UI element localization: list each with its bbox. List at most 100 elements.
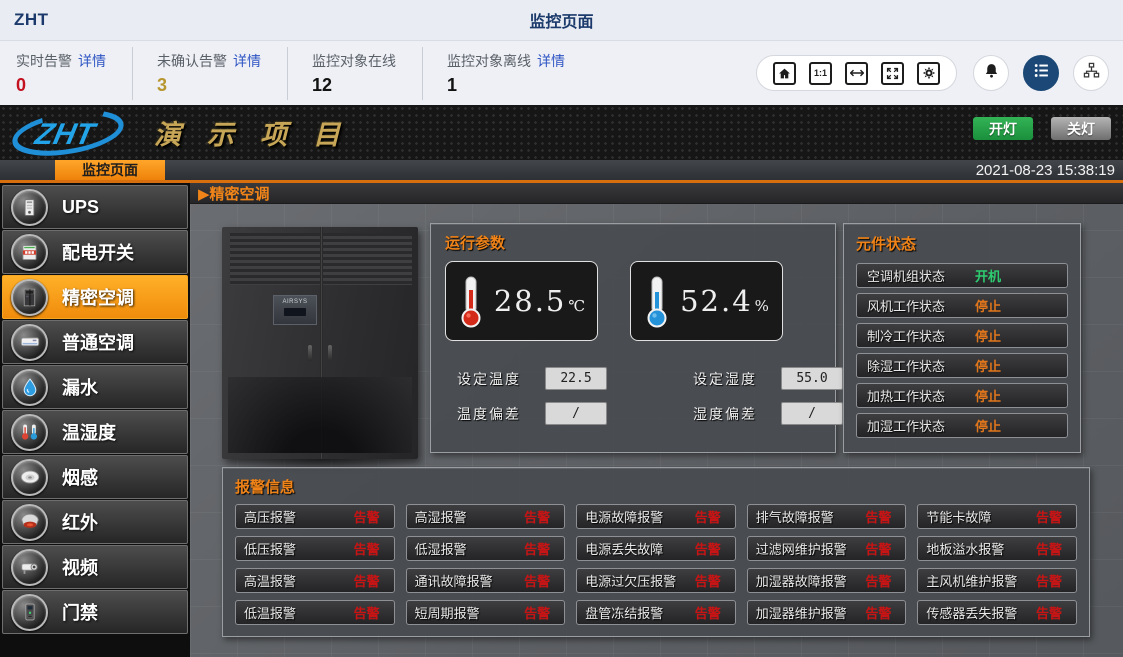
stat-value: 0 — [16, 75, 106, 96]
stat-details-link[interactable]: 详情 — [233, 53, 261, 69]
alarm-cell: 高温报警告警 — [235, 568, 395, 593]
alarm-cell: 排气故障报警告警 — [747, 504, 907, 529]
sidebar-item-device-6[interactable]: 烟感 — [2, 455, 188, 499]
alarm-label: 短周期报警 — [415, 603, 525, 622]
stat-label: 监控对象离线 — [447, 53, 531, 69]
alarm-label: 排气故障报警 — [756, 507, 866, 526]
bell-icon — [983, 62, 1000, 84]
zht-logo-icon: ZHT — [3, 109, 133, 157]
stat-label: 未确认告警 — [157, 53, 227, 69]
stat-details-link[interactable]: 详情 — [537, 53, 565, 69]
sidebar-item-device-8[interactable]: 视频 — [2, 545, 188, 589]
sidebar-item-label: 温湿度 — [62, 419, 116, 445]
stat-label: 监控对象在线 — [312, 53, 396, 69]
alarm-value: 告警 — [524, 507, 556, 526]
param-field-label: 设定湿度 — [693, 369, 769, 389]
stat-group-0: 实时告警详情 0 — [14, 47, 133, 100]
status-row: 加热工作状态停止 — [856, 383, 1068, 408]
param-field: 温度偏差 / — [457, 402, 607, 425]
param-field-value[interactable]: / — [545, 402, 607, 425]
sidebar-item-device-9[interactable]: 门禁 — [2, 590, 188, 634]
stat-value: 1 — [447, 75, 565, 96]
topology-button[interactable] — [1073, 55, 1109, 91]
alarm-value: 告警 — [1036, 603, 1068, 622]
water-leak-icon — [11, 369, 48, 406]
page-title: 监控页面 — [0, 8, 1123, 32]
sidebar-item-label: 烟感 — [62, 464, 98, 490]
breaker-icon — [11, 234, 48, 271]
current-datetime: 2021-08-23 15:38:19 — [976, 160, 1115, 180]
alarm-value: 告警 — [524, 603, 556, 622]
status-row: 风机工作状态停止 — [856, 293, 1068, 318]
one-to-one-icon[interactable]: 1:1 — [809, 62, 832, 85]
light-on-button[interactable]: 开灯 — [973, 117, 1033, 140]
tab-bar: 监控页面 2021-08-23 15:38:19 — [0, 160, 1123, 183]
component-status-panel: 元件状态 空调机组状态开机风机工作状态停止制冷工作状态停止除湿工作状态停止加热工… — [843, 223, 1081, 453]
settings-icon[interactable] — [917, 62, 940, 85]
sidebar-item-label: UPS — [62, 197, 99, 218]
sidebar-item-device-7[interactable]: 红外 — [2, 500, 188, 544]
param-field-value[interactable]: 22.5 — [545, 367, 607, 390]
alarm-label: 电源过欠压报警 — [585, 571, 695, 590]
ac-brand-label: AIRSYS — [282, 299, 307, 305]
light-off-button[interactable]: 关灯 — [1051, 117, 1111, 140]
thermometer-red-icon — [458, 274, 484, 328]
alarm-value: 告警 — [695, 507, 727, 526]
alarm-list-button[interactable] — [1023, 55, 1059, 91]
status-row-value: 停止 — [975, 356, 1057, 375]
device-sidebar: UPS 配电开关精密空调普通空调漏水温湿度烟感红外视频门禁 — [0, 183, 190, 657]
run-params-panel: 运行参数 28.5℃ — [430, 223, 836, 453]
param-field-value[interactable]: 55.0 — [781, 367, 843, 390]
sidebar-item-label: 配电开关 — [62, 239, 134, 265]
fit-width-icon[interactable] — [845, 62, 868, 85]
param-field: 设定湿度 55.0 — [693, 367, 843, 390]
alarm-label: 加湿器故障报警 — [756, 571, 866, 590]
alarm-value: 告警 — [354, 507, 386, 526]
ac-display-screen — [284, 308, 306, 316]
sidebar-item-ups[interactable]: UPS — [2, 185, 188, 229]
home-icon[interactable] — [773, 62, 796, 85]
alarm-value: 告警 — [354, 603, 386, 622]
alarm-value: 告警 — [354, 539, 386, 558]
status-row: 空调机组状态开机 — [856, 263, 1068, 288]
project-banner: ZHT 演示项目 开灯 关灯 — [0, 105, 1123, 160]
bell-button[interactable] — [973, 55, 1009, 91]
stat-value: 12 — [312, 75, 396, 96]
temperature-value: 28.5 — [494, 284, 567, 318]
alarm-value: 告警 — [354, 571, 386, 590]
stat-label: 实时告警 — [16, 53, 72, 69]
section-header: ▶精密空调 — [190, 183, 1123, 204]
sidebar-item-device-5[interactable]: 温湿度 — [2, 410, 188, 454]
fullscreen-icon[interactable] — [881, 62, 904, 85]
alarm-cell: 高湿报警告警 — [406, 504, 566, 529]
alarm-cell: 主风机维护报警告警 — [917, 568, 1077, 593]
alarm-cell: 加湿器故障报警告警 — [747, 568, 907, 593]
run-params-title: 运行参数 — [445, 232, 821, 253]
sidebar-item-device-2[interactable]: 精密空调 — [2, 275, 188, 319]
stat-value: 3 — [157, 75, 261, 96]
alarm-label: 高湿报警 — [415, 507, 525, 526]
sidebar-item-device-4[interactable]: 漏水 — [2, 365, 188, 409]
alarm-cell: 电源故障报警告警 — [576, 504, 736, 529]
alarm-list-icon — [1033, 62, 1050, 84]
alarm-cell: 盘管冻结报警告警 — [576, 600, 736, 625]
status-row-value: 开机 — [975, 266, 1057, 285]
param-field-value[interactable]: / — [781, 402, 843, 425]
alarm-info-panel: 报警信息 高压报警告警高湿报警告警电源故障报警告警排气故障报警告警节能卡故障告警… — [222, 467, 1090, 637]
status-row-value: 停止 — [975, 296, 1057, 315]
alarm-cell: 低湿报警告警 — [406, 536, 566, 561]
alarm-cell: 地板溢水报警告警 — [917, 536, 1077, 561]
stat-details-link[interactable]: 详情 — [78, 53, 106, 69]
alarm-cell: 加湿器维护报警告警 — [747, 600, 907, 625]
sidebar-item-device-3[interactable]: 普通空调 — [2, 320, 188, 364]
humidity-unit: % — [755, 297, 769, 315]
param-field-label: 温度偏差 — [457, 404, 533, 424]
infrared-icon — [11, 504, 48, 541]
alarm-label: 过滤网维护报警 — [756, 539, 866, 558]
sidebar-item-device-1[interactable]: 配电开关 — [2, 230, 188, 274]
tab-monitor-page[interactable]: 监控页面 — [55, 160, 165, 180]
stat-group-2: 监控对象在线 12 — [310, 47, 423, 100]
alarm-label: 主风机维护报警 — [926, 571, 1036, 590]
alarm-value: 告警 — [524, 571, 556, 590]
alarm-label: 传感器丢失报警 — [926, 603, 1036, 622]
